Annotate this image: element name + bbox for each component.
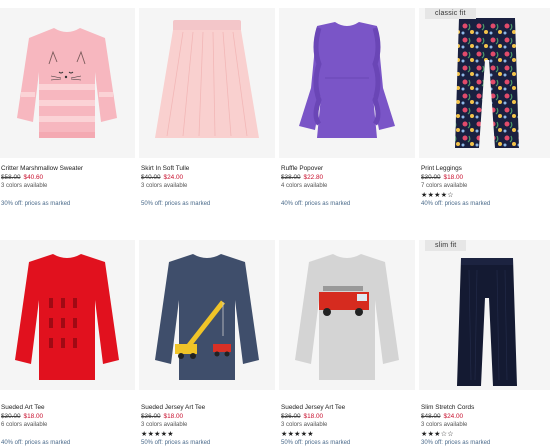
original-price: $40.00 [141, 174, 161, 181]
rating-stars[interactable]: ★★★★☆ [421, 191, 454, 199]
ruffle-top-illustration [299, 22, 395, 138]
original-price: $36.00 [141, 413, 161, 420]
original-price: $38.00 [281, 174, 301, 181]
promo-text: 40% off: prices as marked [281, 201, 351, 207]
product-image[interactable] [279, 240, 415, 390]
product-price: $58.00 $40.60 [1, 174, 43, 181]
product-image[interactable] [0, 8, 135, 158]
rating-stars[interactable]: ★★★★★ [281, 430, 314, 438]
original-price: $58.00 [1, 174, 21, 181]
colors-available[interactable]: 6 colors available [1, 422, 47, 428]
colors-available[interactable]: 3 colors available [141, 183, 187, 189]
product-price: $40.00 $24.00 [141, 174, 183, 181]
product-name[interactable]: Sueded Jersey Art Tee [281, 404, 345, 411]
sale-price: $24.00 [443, 413, 464, 420]
promo-text: 50% off: prices as marked [141, 201, 211, 207]
product-price: $30.00 $18.00 [1, 413, 43, 420]
product-price: $36.00 $18.00 [141, 413, 183, 420]
rating-stars[interactable]: ★★★☆☆ [421, 430, 454, 438]
original-price: $30.00 [421, 174, 441, 181]
product-image[interactable] [139, 8, 275, 158]
product-image[interactable] [139, 240, 275, 390]
product-name[interactable]: Critter Marshmallow Sweater [1, 165, 83, 172]
colors-available[interactable]: 3 colors available [281, 422, 327, 428]
product-name[interactable]: Sueded Jersey Art Tee [141, 404, 205, 411]
product-name[interactable]: Print Leggings [421, 165, 462, 172]
sale-price: $18.00 [23, 413, 44, 420]
sale-price: $18.00 [443, 174, 464, 181]
tulle-skirt-illustration [155, 20, 259, 138]
product-price: $36.00 $18.00 [281, 413, 323, 420]
cords-illustration [457, 258, 517, 386]
product-price: $38.00 $22.80 [281, 174, 323, 181]
sale-price: $40.60 [23, 174, 44, 181]
product-name[interactable]: Slim Stretch Cords [421, 404, 474, 411]
red-tee-illustration [15, 254, 119, 380]
colors-available[interactable]: 7 colors available [421, 183, 467, 189]
promo-text: 50% off: prices as marked [281, 440, 351, 446]
colors-available[interactable]: 3 colors available [141, 422, 187, 428]
colors-available[interactable]: 4 colors available [281, 183, 327, 189]
original-price: $30.00 [1, 413, 21, 420]
colors-available[interactable]: 3 colors available [421, 422, 467, 428]
original-price: $36.00 [281, 413, 301, 420]
product-name[interactable]: Sueded Art Tee [1, 404, 45, 411]
promo-text: 30% off: prices as marked [421, 440, 491, 446]
fit-badge: slim fit [425, 240, 467, 251]
crane-tee-illustration [155, 254, 259, 380]
original-price: $48.00 [421, 413, 441, 420]
promo-text: 50% off: prices as marked [141, 440, 211, 446]
promo-text: 40% off: prices as marked [421, 201, 491, 207]
sale-price: $18.00 [163, 413, 184, 420]
product-name[interactable]: Skirt In Soft Tulle [141, 165, 189, 172]
sweater-illustration [17, 28, 117, 138]
sale-price: $22.80 [303, 174, 324, 181]
product-price: $48.00 $24.00 [421, 413, 463, 420]
product-image[interactable] [0, 240, 135, 390]
product-image[interactable]: slim fit [419, 240, 550, 390]
rating-stars[interactable]: ★★★★★ [141, 430, 174, 438]
sale-price: $18.00 [303, 413, 324, 420]
colors-available[interactable]: 3 colors available [1, 183, 47, 189]
promo-text: 30% off: prices as marked [1, 201, 71, 207]
sale-price: $24.00 [163, 174, 184, 181]
product-image[interactable] [279, 8, 415, 158]
product-name[interactable]: Ruffle Popover [281, 165, 323, 172]
product-image[interactable]: classic fit [419, 8, 550, 158]
fit-badge: classic fit [425, 8, 476, 19]
floral-leggings-illustration [455, 18, 519, 148]
promo-text: 40% off: prices as marked [1, 440, 71, 446]
firetruck-tee-illustration [295, 254, 399, 380]
product-price: $30.00 $18.00 [421, 174, 463, 181]
